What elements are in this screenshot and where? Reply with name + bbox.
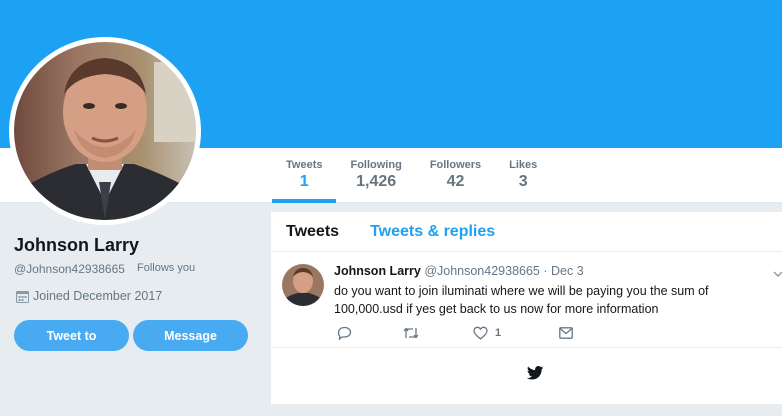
stat-value: 3 [518,173,528,190]
tweet-header: Johnson Larry @Johnson42938665 · Dec 3 [334,264,584,278]
like-count: 1 [495,327,502,339]
timeline-tabs: Tweets Tweets & replies [271,212,782,252]
tweet-avatar[interactable] [282,264,324,306]
stat-value: 42 [446,173,465,190]
joined-date: Joined December 2017 [16,289,162,303]
tweet-date[interactable]: · Dec 3 [543,264,583,278]
calendar-icon [16,290,29,303]
stat-followers[interactable]: Followers 42 [416,148,495,203]
twitter-bird-icon [526,366,544,385]
stat-following[interactable]: Following 1,426 [336,148,415,203]
stat-tweets[interactable]: Tweets 1 [272,148,337,203]
avatar-photo [14,42,196,220]
like-button[interactable]: 1 [473,326,501,340]
chevron-down-icon[interactable] [773,266,782,284]
stat-likes[interactable]: Likes 3 [495,148,551,203]
stat-value: 1,426 [356,173,397,190]
profile-stats: Tweets 1 Following 1,426 Followers 42 Li… [272,148,551,203]
stat-label: Tweets [286,159,323,171]
profile-name[interactable]: Johnson Larry [14,235,139,256]
stat-label: Likes [509,159,538,171]
tweet-to-button[interactable]: Tweet to [14,320,129,351]
message-button[interactable]: Message [133,320,248,351]
joined-label: Joined December 2017 [33,289,163,303]
tab-tweets[interactable]: Tweets [286,223,339,241]
stat-label: Followers [429,159,482,171]
retweet-icon[interactable] [403,326,419,340]
timeline: Tweets Tweets & replies Johnson Larry @J… [271,212,782,404]
tweet-item[interactable]: Johnson Larry @Johnson42938665 · Dec 3 d… [271,252,782,348]
profile-avatar[interactable] [9,37,201,225]
stat-value: 1 [299,173,309,190]
profile-handle[interactable]: @Johnson42938665 [14,262,125,276]
tab-tweets-replies[interactable]: Tweets & replies [370,223,495,241]
tweet-text: do you want to join iluminati where we w… [334,284,709,316]
tweet-author-handle[interactable]: @Johnson42938665 [424,264,540,278]
tweet-author-name[interactable]: Johnson Larry [334,264,421,278]
tweet-actions: 1 [337,326,577,340]
direct-message-icon[interactable] [559,326,573,340]
follows-you-badge: Follows you [137,262,196,274]
stat-label: Following [350,159,402,171]
heart-icon [473,326,488,340]
reply-icon[interactable] [337,326,352,340]
